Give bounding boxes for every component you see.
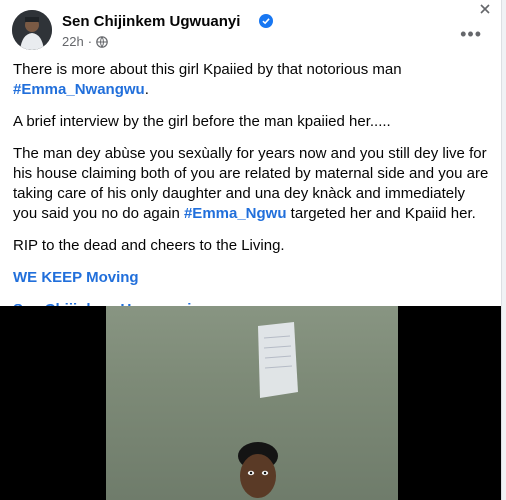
post-header: Sen Chijinkem Ugwuanyi 22h · ••• (12, 10, 492, 54)
post-paragraph: WE KEEP Moving (13, 268, 493, 288)
author-avatar[interactable] (12, 10, 52, 50)
person-image (238, 442, 278, 498)
hashtag-link[interactable]: #Emma_Ngwu (184, 205, 287, 222)
post-body: There is more about this girl Kpaiied by… (13, 60, 493, 332)
globe-icon[interactable] (96, 35, 108, 48)
post-paragraph: RIP to the dead and cheers to the Living… (13, 237, 285, 254)
close-icon[interactable] (478, 2, 492, 16)
blue-text-link[interactable]: WE KEEP Moving (13, 269, 139, 286)
post-paragraph: A brief interview by the girl before the… (13, 113, 391, 130)
more-options-icon[interactable]: ••• (460, 24, 482, 45)
post-meta: 22h · (62, 34, 108, 49)
video-frame (106, 306, 398, 500)
verified-badge-icon (259, 14, 273, 28)
post-time[interactable]: 22h (62, 34, 84, 49)
author-name[interactable]: Sen Chijinkem Ugwuanyi (62, 13, 240, 30)
post-card: Sen Chijinkem Ugwuanyi 22h · ••• There i… (0, 0, 502, 500)
wall-paper-image (258, 322, 298, 398)
post-paragraph: The man dey abùse you sexùally for years… (13, 145, 489, 222)
hashtag-link[interactable]: #Emma_Nwangwu (13, 81, 145, 98)
post-paragraph: There is more about this girl Kpaiied by… (13, 61, 402, 98)
meta-separator: · (87, 34, 93, 49)
video-player[interactable] (0, 306, 501, 500)
